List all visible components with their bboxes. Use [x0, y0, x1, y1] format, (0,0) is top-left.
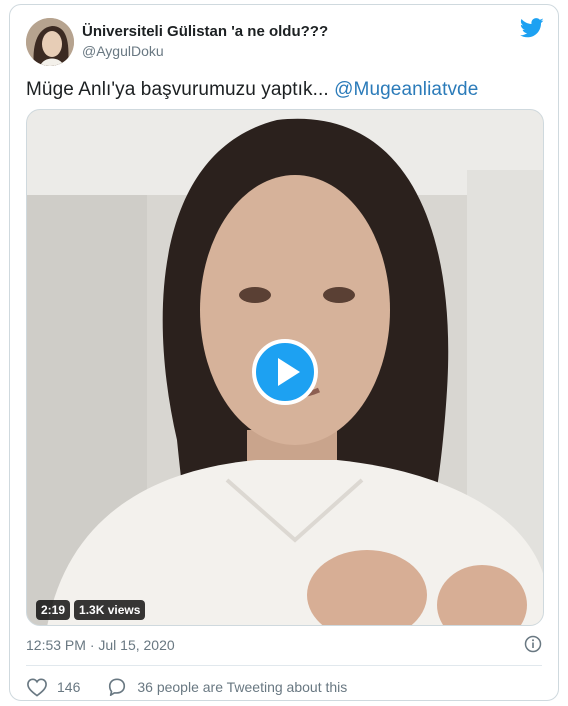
video-duration: 2:19 [36, 600, 71, 620]
twitter-bird-icon[interactable] [520, 18, 544, 38]
display-name[interactable]: Üniversiteli Gülistan 'a ne oldu??? [82, 23, 328, 40]
user-handle[interactable]: @AygulDoku [82, 43, 164, 59]
engagement-bar: 146 36 people are Tweeting about this [26, 677, 347, 697]
play-icon [278, 358, 300, 386]
like-count: 146 [57, 679, 81, 695]
comment-icon [109, 678, 126, 696]
video-views: 1.3K views [74, 600, 146, 620]
avatar[interactable] [26, 18, 74, 66]
heart-icon [27, 678, 47, 697]
video-meta: 2:19 1.3K views [36, 600, 146, 620]
tweet-text: Müge Anlı'ya başvurumuzu yaptık... @Muge… [26, 79, 478, 101]
tweet-card[interactable]: Üniversiteli Gülistan 'a ne oldu??? @Ayg… [9, 4, 559, 701]
video-player[interactable]: 2:19 1.3K views [26, 109, 544, 626]
info-icon[interactable] [524, 635, 542, 653]
divider [26, 665, 542, 666]
mention-link[interactable]: @Mugeanliatvde [334, 79, 478, 100]
like-button[interactable]: 146 [26, 677, 80, 697]
play-button[interactable] [252, 339, 318, 405]
tweet-body: Müge Anlı'ya başvurumuzu yaptık... [26, 79, 329, 100]
tweeting-about-label: 36 people are Tweeting about this [137, 679, 348, 695]
reply-button[interactable]: 36 people are Tweeting about this [106, 677, 347, 697]
tweet-timestamp[interactable]: 12:53 PM · Jul 15, 2020 [26, 637, 175, 653]
